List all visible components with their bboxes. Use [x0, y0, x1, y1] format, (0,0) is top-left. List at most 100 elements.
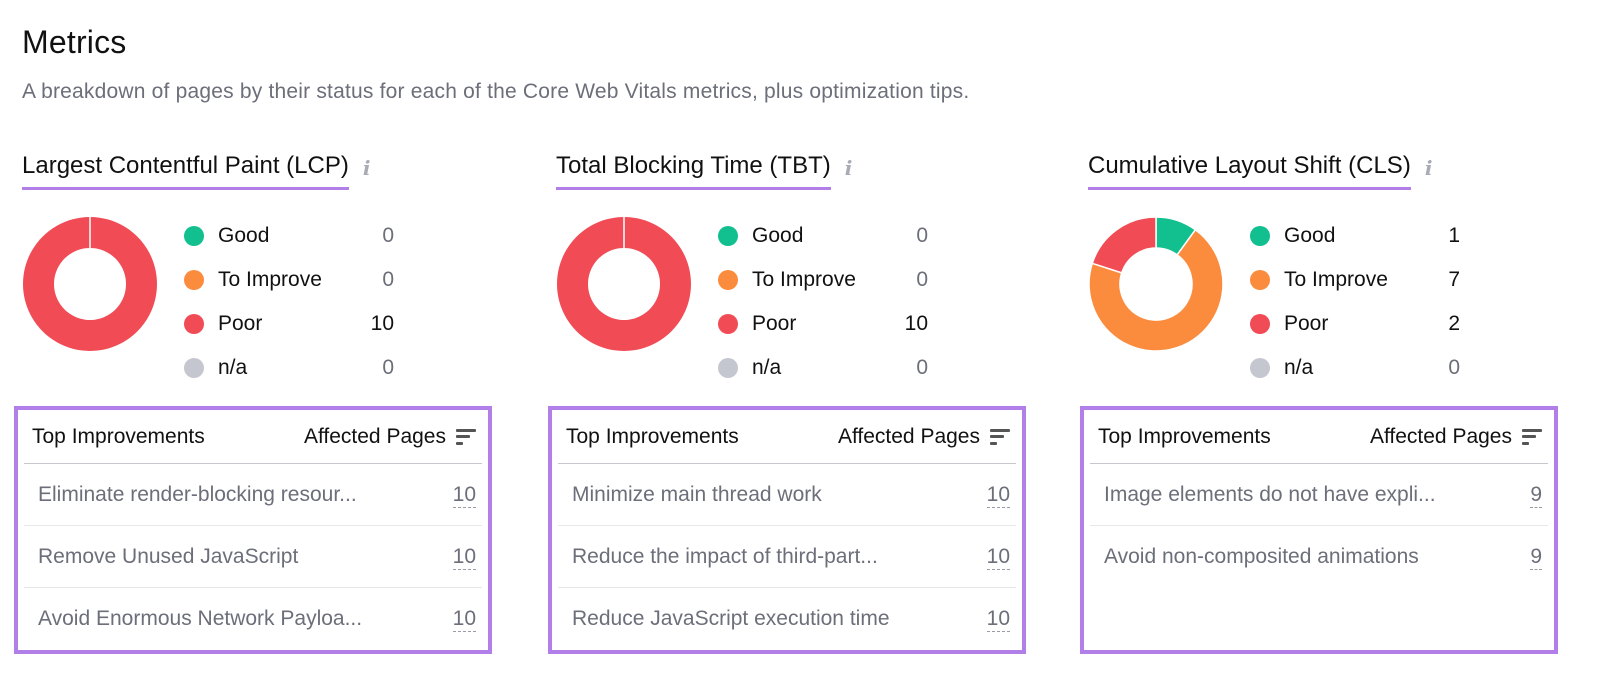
legend-label: Good [218, 224, 270, 247]
affected-pages-count[interactable]: 10 [970, 607, 1010, 632]
improvement-name[interactable]: Avoid Enormous Network Payloa... [38, 607, 436, 631]
affected-pages-count[interactable]: 10 [970, 544, 1010, 570]
legend-label: To Improve [218, 268, 322, 291]
legend-label: n/a [752, 356, 782, 379]
metric-title: Cumulative Layout Shift (CLS) [1088, 150, 1411, 190]
affected-pages-count[interactable]: 10 [436, 482, 476, 508]
legend-dot-icon [184, 226, 204, 246]
sort-icon[interactable] [1522, 428, 1542, 445]
legend-value: 0 [382, 356, 394, 379]
column-top-improvements: Top Improvements [32, 424, 205, 448]
legend-item-poor: Poor 10 [718, 302, 928, 346]
legend-value: 10 [370, 312, 394, 335]
improvement-name[interactable]: Minimize main thread work [572, 482, 970, 507]
improvement-row[interactable]: Avoid non-composited animations 9 [1090, 526, 1548, 588]
legend-dot-icon [1250, 270, 1270, 290]
sort-icon[interactable] [990, 428, 1010, 445]
legend-dot-icon [184, 358, 204, 378]
column-top-improvements: Top Improvements [1098, 424, 1271, 448]
improvement-name[interactable]: Eliminate render-blocking resour... [38, 482, 436, 507]
chart-legend: Good 0 To Improve 0 Poor 10 n/a 0 [718, 214, 928, 390]
legend-dot-icon [184, 314, 204, 334]
legend-value: 2 [1448, 312, 1460, 335]
improvement-row[interactable]: Reduce the impact of third-part... 10 [558, 526, 1016, 588]
legend-label: n/a [1284, 356, 1314, 379]
legend-value: 1 [1448, 224, 1460, 247]
legend-dot-icon [718, 270, 738, 290]
chart-legend: Good 1 To Improve 7 Poor 2 n/a 0 [1250, 214, 1460, 390]
improvement-name[interactable]: Avoid non-composited animations [1104, 545, 1502, 569]
legend-dot-icon [718, 226, 738, 246]
legend-value: 0 [916, 268, 928, 291]
affected-pages-count[interactable]: 10 [970, 482, 1010, 508]
top-improvements-table: Top Improvements Affected Pages Eliminat… [14, 406, 492, 654]
donut-slice-poor[interactable] [1091, 216, 1157, 274]
legend-dot-icon [718, 358, 738, 378]
legend-label: Poor [218, 312, 263, 335]
improvement-row[interactable]: Minimize main thread work 10 [558, 464, 1016, 526]
metric-title: Total Blocking Time (TBT) [556, 150, 831, 190]
legend-value: 0 [1448, 356, 1460, 379]
top-improvements-table: Top Improvements Affected Pages Image el… [1080, 406, 1558, 654]
improvement-row[interactable]: Remove Unused JavaScript 10 [24, 526, 482, 588]
legend-dot-icon [1250, 226, 1270, 246]
legend-item-good: Good 0 [718, 214, 928, 258]
legend-label: n/a [218, 356, 248, 379]
legend-item-to-improve: To Improve 7 [1250, 258, 1460, 302]
column-affected-pages[interactable]: Affected Pages [1370, 425, 1542, 449]
improvement-row[interactable]: Reduce JavaScript execution time 10 [558, 588, 1016, 650]
legend-item-poor: Poor 2 [1250, 302, 1460, 346]
legend-item-good: Good 1 [1250, 214, 1460, 258]
column-affected-pages[interactable]: Affected Pages [838, 425, 1010, 449]
legend-item-to-improve: To Improve 0 [184, 258, 394, 302]
legend-label: Good [1284, 224, 1336, 247]
legend-label: To Improve [752, 268, 856, 291]
page-subtitle: A breakdown of pages by their status for… [22, 80, 970, 103]
table-header: Top Improvements Affected Pages [1090, 410, 1548, 464]
improvement-name[interactable]: Image elements do not have expli... [1104, 482, 1502, 507]
page-title: Metrics [22, 24, 127, 60]
affected-pages-count[interactable]: 9 [1502, 545, 1542, 570]
donut-chart [556, 217, 691, 351]
info-icon[interactable]: i [1425, 156, 1433, 180]
legend-item-na: n/a 0 [184, 346, 394, 390]
table-header: Top Improvements Affected Pages [24, 410, 482, 464]
affected-pages-count[interactable]: 10 [436, 607, 476, 632]
metric-panel-cls: Cumulative Layout Shift (CLS) i Good 1 T… [1080, 150, 1588, 670]
improvement-name[interactable]: Reduce the impact of third-part... [572, 544, 970, 569]
legend-item-poor: Poor 10 [184, 302, 394, 346]
improvement-name[interactable]: Reduce JavaScript execution time [572, 607, 970, 631]
legend-dot-icon [184, 270, 204, 290]
info-icon[interactable]: i [845, 156, 853, 180]
improvement-row[interactable]: Eliminate render-blocking resour... 10 [24, 464, 482, 526]
donut-chart [22, 217, 157, 351]
improvement-row[interactable]: Avoid Enormous Network Payloa... 10 [24, 588, 482, 650]
info-icon[interactable]: i [363, 156, 371, 180]
affected-pages-count[interactable]: 10 [436, 544, 476, 570]
improvement-name[interactable]: Remove Unused JavaScript [38, 544, 436, 569]
legend-value: 0 [916, 356, 928, 379]
table-header: Top Improvements Affected Pages [558, 410, 1016, 464]
chart-legend: Good 0 To Improve 0 Poor 10 n/a 0 [184, 214, 394, 390]
legend-label: Poor [752, 312, 797, 335]
legend-item-good: Good 0 [184, 214, 394, 258]
legend-label: Good [752, 224, 804, 247]
legend-label: To Improve [1284, 268, 1388, 291]
metric-header: Total Blocking Time (TBT) i [556, 150, 852, 190]
legend-value: 10 [904, 312, 928, 335]
sort-icon[interactable] [456, 428, 476, 445]
column-top-improvements: Top Improvements [566, 424, 739, 448]
legend-dot-icon [1250, 358, 1270, 378]
legend-value: 0 [916, 224, 928, 247]
metric-panel-tbt: Total Blocking Time (TBT) i Good 0 To Im… [548, 150, 1056, 670]
column-affected-pages[interactable]: Affected Pages [304, 425, 476, 449]
legend-value: 7 [1448, 268, 1460, 291]
legend-dot-icon [1250, 314, 1270, 334]
metric-title: Largest Contentful Paint (LCP) [22, 150, 349, 190]
legend-label: Poor [1284, 312, 1329, 335]
affected-pages-count[interactable]: 9 [1502, 482, 1542, 508]
metric-panel-lcp: Largest Contentful Paint (LCP) i Good 0 … [14, 150, 522, 670]
legend-item-to-improve: To Improve 0 [718, 258, 928, 302]
donut-chart [1088, 216, 1224, 352]
improvement-row[interactable]: Image elements do not have expli... 9 [1090, 464, 1548, 526]
